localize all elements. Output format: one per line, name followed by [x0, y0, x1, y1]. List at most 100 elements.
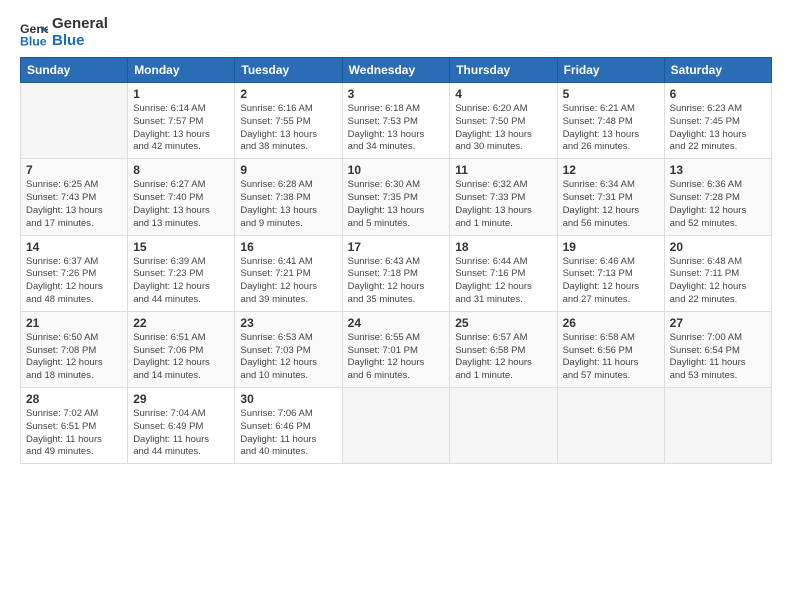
day-info: Sunrise: 7:02 AM Sunset: 6:51 PM Dayligh…: [26, 408, 122, 459]
day-number: 5: [563, 87, 659, 101]
logo: General Blue General Blue: [20, 16, 108, 49]
weekday-header-monday: Monday: [128, 58, 235, 83]
day-info: Sunrise: 6:41 AM Sunset: 7:21 PM Dayligh…: [240, 256, 336, 307]
day-info: Sunrise: 6:23 AM Sunset: 7:45 PM Dayligh…: [670, 103, 766, 154]
calendar-cell: [664, 388, 771, 464]
day-info: Sunrise: 6:57 AM Sunset: 6:58 PM Dayligh…: [455, 332, 551, 383]
day-info: Sunrise: 6:27 AM Sunset: 7:40 PM Dayligh…: [133, 179, 229, 230]
weekday-header-thursday: Thursday: [450, 58, 557, 83]
calendar-cell: 21 Sunrise: 6:50 AM Sunset: 7:08 PM Dayli…: [21, 311, 128, 387]
calendar-cell: 23Sunrise: 6:53 AM Sunset: 7:03 PM Dayli…: [235, 311, 342, 387]
logo-icon: General Blue: [20, 19, 48, 47]
weekday-header-wednesday: Wednesday: [342, 58, 450, 83]
day-info: Sunrise: 6:55 AM Sunset: 7:01 PM Dayligh…: [348, 332, 445, 383]
day-info: Sunrise: 6:44 AM Sunset: 7:16 PM Dayligh…: [455, 256, 551, 307]
day-info: Sunrise: 6:25 AM Sunset: 7:43 PM Dayligh…: [26, 179, 122, 230]
day-info: Sunrise: 6:50 AM Sunset: 7:08 PM Dayligh…: [26, 332, 122, 383]
day-number: 27: [670, 316, 766, 330]
day-number: 11: [455, 163, 551, 177]
calendar-cell: 7 Sunrise: 6:25 AM Sunset: 7:43 PM Daylig…: [21, 159, 128, 235]
calendar-cell: 2 Sunrise: 6:16 AM Sunset: 7:55 PM Daylig…: [235, 83, 342, 159]
day-number: 4: [455, 87, 551, 101]
day-number: 20: [670, 240, 766, 254]
day-info: Sunrise: 6:18 AM Sunset: 7:53 PM Dayligh…: [348, 103, 445, 154]
calendar-header-row: SundayMondayTuesdayWednesdayThursdayFrid…: [21, 58, 772, 83]
calendar-cell: [450, 388, 557, 464]
calendar-cell: 14 Sunrise: 6:37 AM Sunset: 7:26 PM Dayli…: [21, 235, 128, 311]
day-info: Sunrise: 6:43 AM Sunset: 7:18 PM Dayligh…: [348, 256, 445, 307]
day-info: Sunrise: 6:30 AM Sunset: 7:35 PM Dayligh…: [348, 179, 445, 230]
calendar-cell: 30Sunrise: 7:06 AM Sunset: 6:46 PM Dayli…: [235, 388, 342, 464]
day-info: Sunrise: 6:37 AM Sunset: 7:26 PM Dayligh…: [26, 256, 122, 307]
weekday-header-sunday: Sunday: [21, 58, 128, 83]
day-number: 25: [455, 316, 551, 330]
day-number: 14: [26, 240, 122, 254]
day-number: 21: [26, 316, 122, 330]
calendar-cell: 22 Sunrise: 6:51 AM Sunset: 7:06 PM Dayli…: [128, 311, 235, 387]
calendar-week-1: 1Sunrise: 6:14 AM Sunset: 7:57 PM Daylig…: [21, 83, 772, 159]
day-info: Sunrise: 7:00 AM Sunset: 6:54 PM Dayligh…: [670, 332, 766, 383]
day-info: Sunrise: 6:46 AM Sunset: 7:13 PM Dayligh…: [563, 256, 659, 307]
calendar-cell: 3 Sunrise: 6:18 AM Sunset: 7:53 PM Daylig…: [342, 83, 450, 159]
calendar-cell: 20 Sunrise: 6:48 AM Sunset: 7:11 PM Dayli…: [664, 235, 771, 311]
calendar-week-4: 21 Sunrise: 6:50 AM Sunset: 7:08 PM Dayli…: [21, 311, 772, 387]
calendar-cell: 5 Sunrise: 6:21 AM Sunset: 7:48 PM Daylig…: [557, 83, 664, 159]
day-number: 3: [348, 87, 445, 101]
calendar-cell: 10Sunrise: 6:30 AM Sunset: 7:35 PM Dayli…: [342, 159, 450, 235]
logo-line1: General: [52, 16, 108, 33]
logo-line2: Blue: [52, 33, 108, 50]
day-info: Sunrise: 6:39 AM Sunset: 7:23 PM Dayligh…: [133, 256, 229, 307]
day-number: 12: [563, 163, 659, 177]
day-number: 2: [240, 87, 336, 101]
day-info: Sunrise: 7:04 AM Sunset: 6:49 PM Dayligh…: [133, 408, 229, 459]
calendar-cell: 11Sunrise: 6:32 AM Sunset: 7:33 PM Dayli…: [450, 159, 557, 235]
calendar-cell: 9Sunrise: 6:28 AM Sunset: 7:38 PM Daylig…: [235, 159, 342, 235]
day-number: 7: [26, 163, 122, 177]
calendar-table: SundayMondayTuesdayWednesdayThursdayFrid…: [20, 57, 772, 464]
header: General Blue General Blue: [20, 16, 772, 49]
calendar-week-5: 28 Sunrise: 7:02 AM Sunset: 6:51 PM Dayli…: [21, 388, 772, 464]
day-number: 17: [348, 240, 445, 254]
day-number: 6: [670, 87, 766, 101]
calendar-cell: 6 Sunrise: 6:23 AM Sunset: 7:45 PM Daylig…: [664, 83, 771, 159]
day-number: 18: [455, 240, 551, 254]
day-number: 19: [563, 240, 659, 254]
day-info: Sunrise: 6:48 AM Sunset: 7:11 PM Dayligh…: [670, 256, 766, 307]
day-number: 1: [133, 87, 229, 101]
calendar-cell: 4Sunrise: 6:20 AM Sunset: 7:50 PM Daylig…: [450, 83, 557, 159]
day-number: 13: [670, 163, 766, 177]
day-number: 28: [26, 392, 122, 406]
main-container: General Blue General Blue SundayMondayTu…: [0, 0, 792, 474]
day-info: Sunrise: 6:34 AM Sunset: 7:31 PM Dayligh…: [563, 179, 659, 230]
day-info: Sunrise: 6:53 AM Sunset: 7:03 PM Dayligh…: [240, 332, 336, 383]
calendar-cell: 8 Sunrise: 6:27 AM Sunset: 7:40 PM Daylig…: [128, 159, 235, 235]
day-number: 16: [240, 240, 336, 254]
day-number: 15: [133, 240, 229, 254]
day-number: 30: [240, 392, 336, 406]
day-number: 8: [133, 163, 229, 177]
calendar-cell: 12 Sunrise: 6:34 AM Sunset: 7:31 PM Dayli…: [557, 159, 664, 235]
calendar-cell: 17 Sunrise: 6:43 AM Sunset: 7:18 PM Dayli…: [342, 235, 450, 311]
calendar-cell: 29 Sunrise: 7:04 AM Sunset: 6:49 PM Dayli…: [128, 388, 235, 464]
day-number: 26: [563, 316, 659, 330]
calendar-cell: 1Sunrise: 6:14 AM Sunset: 7:57 PM Daylig…: [128, 83, 235, 159]
day-info: Sunrise: 6:21 AM Sunset: 7:48 PM Dayligh…: [563, 103, 659, 154]
day-number: 29: [133, 392, 229, 406]
day-info: Sunrise: 6:51 AM Sunset: 7:06 PM Dayligh…: [133, 332, 229, 383]
calendar-cell: 13 Sunrise: 6:36 AM Sunset: 7:28 PM Dayli…: [664, 159, 771, 235]
day-info: Sunrise: 6:16 AM Sunset: 7:55 PM Dayligh…: [240, 103, 336, 154]
weekday-header-friday: Friday: [557, 58, 664, 83]
calendar-cell: [342, 388, 450, 464]
day-number: 22: [133, 316, 229, 330]
calendar-week-3: 14 Sunrise: 6:37 AM Sunset: 7:26 PM Dayli…: [21, 235, 772, 311]
day-number: 9: [240, 163, 336, 177]
weekday-header-saturday: Saturday: [664, 58, 771, 83]
day-number: 24: [348, 316, 445, 330]
day-info: Sunrise: 6:36 AM Sunset: 7:28 PM Dayligh…: [670, 179, 766, 230]
calendar-cell: 19 Sunrise: 6:46 AM Sunset: 7:13 PM Dayli…: [557, 235, 664, 311]
calendar-cell: 25 Sunrise: 6:57 AM Sunset: 6:58 PM Dayli…: [450, 311, 557, 387]
svg-text:Blue: Blue: [20, 34, 47, 47]
day-info: Sunrise: 6:58 AM Sunset: 6:56 PM Dayligh…: [563, 332, 659, 383]
calendar-week-2: 7 Sunrise: 6:25 AM Sunset: 7:43 PM Daylig…: [21, 159, 772, 235]
calendar-cell: 28 Sunrise: 7:02 AM Sunset: 6:51 PM Dayli…: [21, 388, 128, 464]
